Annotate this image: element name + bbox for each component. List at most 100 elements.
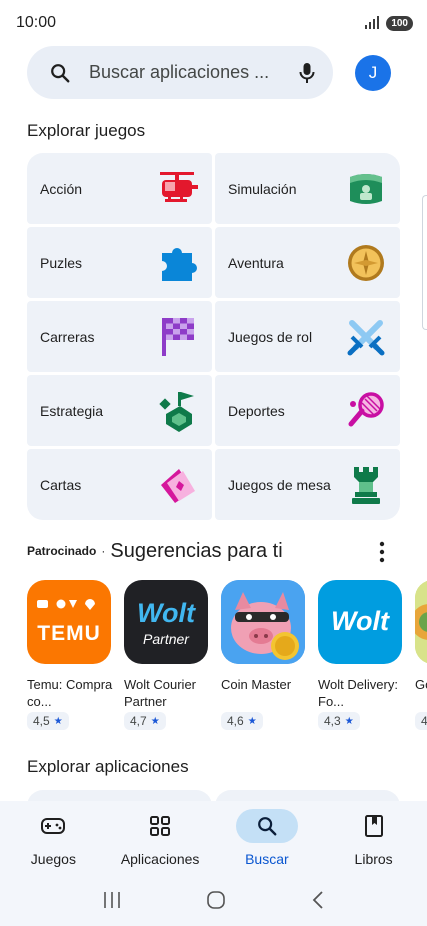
rating-value: 4,3 xyxy=(324,714,341,728)
category-juegos-de-rol[interactable]: Juegos de rol xyxy=(215,301,400,372)
nav-label: Buscar xyxy=(245,851,289,867)
category-estrategia[interactable]: Estrategia xyxy=(27,375,212,446)
edge-panel-handle[interactable] xyxy=(422,195,427,330)
category-cartas[interactable]: Cartas xyxy=(27,449,212,520)
partner-logo-text: Partner xyxy=(143,631,189,647)
suggestions-title: Sugerencias para ti xyxy=(110,539,283,562)
rating-value: 4,5 xyxy=(33,714,50,728)
avatar[interactable]: J xyxy=(355,55,391,91)
category-label: Cartas xyxy=(40,476,82,493)
app-name: Go Ha... xyxy=(415,677,427,692)
wolt-app-icon: Wolt xyxy=(318,580,402,664)
back-icon[interactable] xyxy=(311,890,325,910)
rating-value: 4,6 xyxy=(227,714,244,728)
battery-badge: 100 xyxy=(386,15,413,31)
app-card-wolt-courier[interactable]: Wolt Partner Wolt Courier Partner 4,7 ★ xyxy=(124,580,210,730)
explore-apps-title: Explorar aplicaciones xyxy=(27,757,189,776)
avatar-letter: J xyxy=(368,63,378,82)
star-icon: ★ xyxy=(247,715,257,727)
games-category-grid: Acción Simulación Puzles Aventura Carrer… xyxy=(27,153,400,520)
wolt-logo-text: Wolt xyxy=(331,606,389,636)
strategy-icon xyxy=(156,389,200,433)
category-label: Acción xyxy=(40,180,83,197)
microphone-icon[interactable] xyxy=(297,61,317,85)
nav-item-libros[interactable]: Libros xyxy=(320,801,427,873)
category-simulacion[interactable]: Simulación xyxy=(215,153,400,224)
category-label: Estrategia xyxy=(40,402,104,419)
star-icon: ★ xyxy=(53,715,63,727)
puzzle-icon xyxy=(156,241,200,285)
book-icon xyxy=(364,815,383,837)
separator: · xyxy=(101,544,106,558)
search-input[interactable]: Buscar aplicaciones ... xyxy=(89,62,297,83)
category-puzles[interactable]: Puzles xyxy=(27,227,212,298)
category-deportes[interactable]: Deportes xyxy=(215,375,400,446)
category-juegos-de-mesa[interactable]: Juegos de mesa xyxy=(215,449,400,520)
status-bar: 10:00 100 xyxy=(0,0,427,46)
category-label: Juegos de rol xyxy=(228,328,313,345)
app-rating: 4,3 ★ xyxy=(318,712,360,730)
app-name: Wolt Delivery: Fo... xyxy=(318,677,398,709)
category-aventura[interactable]: Aventura xyxy=(215,227,400,298)
rating-value: 4,7 xyxy=(130,714,147,728)
crossed-swords-icon xyxy=(344,315,388,359)
category-label: Carreras xyxy=(40,328,95,345)
app-rating: 4,7 ★ xyxy=(124,712,166,730)
chess-rook-icon xyxy=(344,463,388,507)
explore-games-title: Explorar juegos xyxy=(27,121,146,140)
suggested-apps-row: TEMU Temu: Compra co... 4,5 ★ Wolt Partn… xyxy=(27,580,427,740)
helicopter-icon xyxy=(156,167,200,211)
sponsored-label: Patrocinado xyxy=(27,544,97,558)
nav-pill xyxy=(129,809,191,843)
bottom-navigation: Juegos Aplicaciones Buscar Libros xyxy=(0,801,427,873)
wolt-partner-app-icon: Wolt Partner xyxy=(124,580,208,664)
category-carreras[interactable]: Carreras xyxy=(27,301,212,372)
checkered-flag-icon xyxy=(156,315,200,359)
star-icon: ★ xyxy=(150,715,160,727)
nav-item-aplicaciones[interactable]: Aplicaciones xyxy=(107,801,214,873)
status-icons: 100 xyxy=(364,15,413,31)
home-icon[interactable] xyxy=(206,890,226,910)
category-label: Aventura xyxy=(228,254,284,271)
more-options-icon[interactable] xyxy=(378,541,386,563)
nav-label: Libros xyxy=(354,851,393,867)
app-icon xyxy=(415,580,427,664)
nav-label: Juegos xyxy=(30,851,76,867)
nav-item-juegos[interactable]: Juegos xyxy=(0,801,107,873)
wolt-logo-text: Wolt xyxy=(137,598,195,628)
recent-apps-icon[interactable] xyxy=(102,891,122,909)
gamepad-icon xyxy=(41,818,66,834)
star-icon: ★ xyxy=(344,715,354,727)
system-navigation-bar xyxy=(0,873,427,926)
app-rating: 4,6 ★ xyxy=(221,712,263,730)
rating-value: 4 xyxy=(421,714,427,728)
app-name: Wolt Courier Partner xyxy=(124,677,197,709)
category-accion[interactable]: Acción xyxy=(27,153,212,224)
status-time: 10:00 xyxy=(16,14,57,31)
app-card-temu[interactable]: TEMU Temu: Compra co... 4,5 ★ xyxy=(27,580,113,730)
category-label: Puzles xyxy=(40,254,83,271)
apps-grid-icon xyxy=(150,816,171,836)
app-card-wolt-delivery[interactable]: Wolt Wolt Delivery: Fo... 4,3 ★ xyxy=(318,580,404,730)
app-card-coin-master[interactable]: Coin Master 4,6 ★ xyxy=(221,580,307,730)
cards-icon xyxy=(156,463,200,507)
app-rating: 4,5 ★ xyxy=(27,712,69,730)
app-name: Coin Master xyxy=(221,677,292,692)
temu-logo-text: TEMU xyxy=(37,622,101,645)
category-label: Simulación xyxy=(228,180,297,197)
coin-master-app-icon xyxy=(221,580,305,664)
compass-icon xyxy=(344,241,388,285)
search-icon xyxy=(51,63,70,82)
signal-icon xyxy=(365,16,380,29)
app-card-partial[interactable]: Go Ha... 4 xyxy=(415,580,427,730)
tennis-racket-icon xyxy=(344,389,388,433)
category-label: Juegos de mesa xyxy=(228,476,331,493)
app-name: Temu: Compra co... xyxy=(27,677,113,709)
nav-pill xyxy=(343,809,405,843)
nav-item-buscar[interactable]: Buscar xyxy=(214,801,321,873)
category-label: Deportes xyxy=(228,402,285,419)
app-rating: 4 xyxy=(415,712,427,730)
temu-app-icon: TEMU xyxy=(27,580,111,664)
search-bar[interactable]: Buscar aplicaciones ... xyxy=(27,46,333,99)
simulation-icon xyxy=(344,167,388,211)
